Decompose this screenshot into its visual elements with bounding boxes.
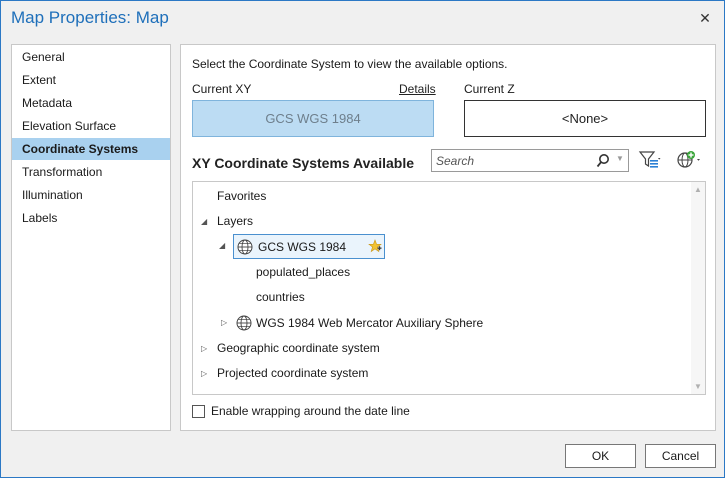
- tree-item-geographic[interactable]: Geographic coordinate system: [217, 337, 380, 359]
- collapse-arrow-icon[interactable]: ◢: [219, 241, 225, 250]
- wrap-date-line-checkbox[interactable]: [192, 405, 205, 418]
- dialog-title: Map Properties: Map: [11, 8, 169, 27]
- current-xy-button[interactable]: GCS WGS 1984: [192, 100, 434, 137]
- tree-item-web-mercator[interactable]: WGS 1984 Web Mercator Auxiliary Sphere: [256, 312, 483, 334]
- globe-icon: [236, 315, 252, 331]
- close-button[interactable]: ✕: [694, 7, 716, 29]
- search-input[interactable]: [436, 152, 586, 169]
- current-z-value: <None>: [561, 111, 609, 126]
- scroll-down-icon[interactable]: ▼: [694, 382, 702, 391]
- cancel-button[interactable]: Cancel: [645, 444, 716, 468]
- filter-icon[interactable]: [637, 148, 663, 172]
- expand-arrow-icon[interactable]: ▷: [221, 318, 227, 327]
- coordinate-systems-panel: Select the Coordinate System to view the…: [180, 44, 716, 431]
- nav-item-elevation-surface[interactable]: Elevation Surface: [12, 115, 170, 137]
- current-z-label: Current Z: [464, 82, 515, 96]
- instructions-text: Select the Coordinate System to view the…: [192, 57, 508, 71]
- current-xy-label: Current XY: [192, 82, 252, 96]
- nav-item-illumination[interactable]: Illumination: [12, 184, 170, 206]
- current-xy-value: GCS WGS 1984: [265, 111, 361, 126]
- vertical-scrollbar[interactable]: ▲ ▼: [691, 182, 705, 394]
- nav-item-labels[interactable]: Labels: [12, 207, 170, 229]
- nav-item-extent[interactable]: Extent: [12, 69, 170, 91]
- nav-item-general[interactable]: General: [12, 46, 170, 68]
- map-properties-dialog: Map Properties: Map ✕ General Extent Met…: [0, 0, 725, 478]
- search-icon[interactable]: [596, 153, 610, 169]
- search-box: ▼: [431, 149, 629, 172]
- tree-item-gcs-wgs-1984[interactable]: GCS WGS 1984: [233, 234, 385, 259]
- scroll-up-icon[interactable]: ▲: [694, 185, 702, 194]
- coordinate-system-tree: Favorites ◢ Layers ◢ GCS WGS 1984 popula…: [192, 181, 706, 395]
- favorite-star-icon[interactable]: [368, 239, 382, 253]
- current-z-button[interactable]: <None>: [464, 100, 706, 137]
- tree-item-favorites[interactable]: Favorites: [217, 185, 266, 207]
- collapse-arrow-icon[interactable]: ◢: [201, 217, 207, 226]
- nav-item-transformation[interactable]: Transformation: [12, 161, 170, 183]
- search-dropdown-icon[interactable]: ▼: [616, 154, 624, 163]
- available-systems-title: XY Coordinate Systems Available: [192, 155, 415, 171]
- tree-item-label: GCS WGS 1984: [258, 240, 347, 254]
- nav-item-metadata[interactable]: Metadata: [12, 92, 170, 114]
- properties-nav: General Extent Metadata Elevation Surfac…: [11, 44, 171, 431]
- tree-item-populated-places[interactable]: populated_places: [256, 261, 350, 283]
- ok-button[interactable]: OK: [565, 444, 636, 468]
- expand-arrow-icon[interactable]: ▷: [201, 344, 207, 353]
- nav-item-coordinate-systems[interactable]: Coordinate Systems: [12, 138, 170, 160]
- wrap-date-line-label: Enable wrapping around the date line: [211, 404, 410, 418]
- globe-icon: [237, 239, 253, 255]
- title-bar: Map Properties: Map ✕: [1, 1, 724, 37]
- tree-item-projected[interactable]: Projected coordinate system: [217, 362, 368, 384]
- add-coordinate-system-icon[interactable]: [675, 148, 703, 172]
- expand-arrow-icon[interactable]: ▷: [201, 369, 207, 378]
- close-icon: ✕: [699, 9, 711, 26]
- tree-item-countries[interactable]: countries: [256, 286, 305, 308]
- tree-item-layers[interactable]: Layers: [217, 210, 253, 232]
- details-link[interactable]: Details: [399, 82, 436, 96]
